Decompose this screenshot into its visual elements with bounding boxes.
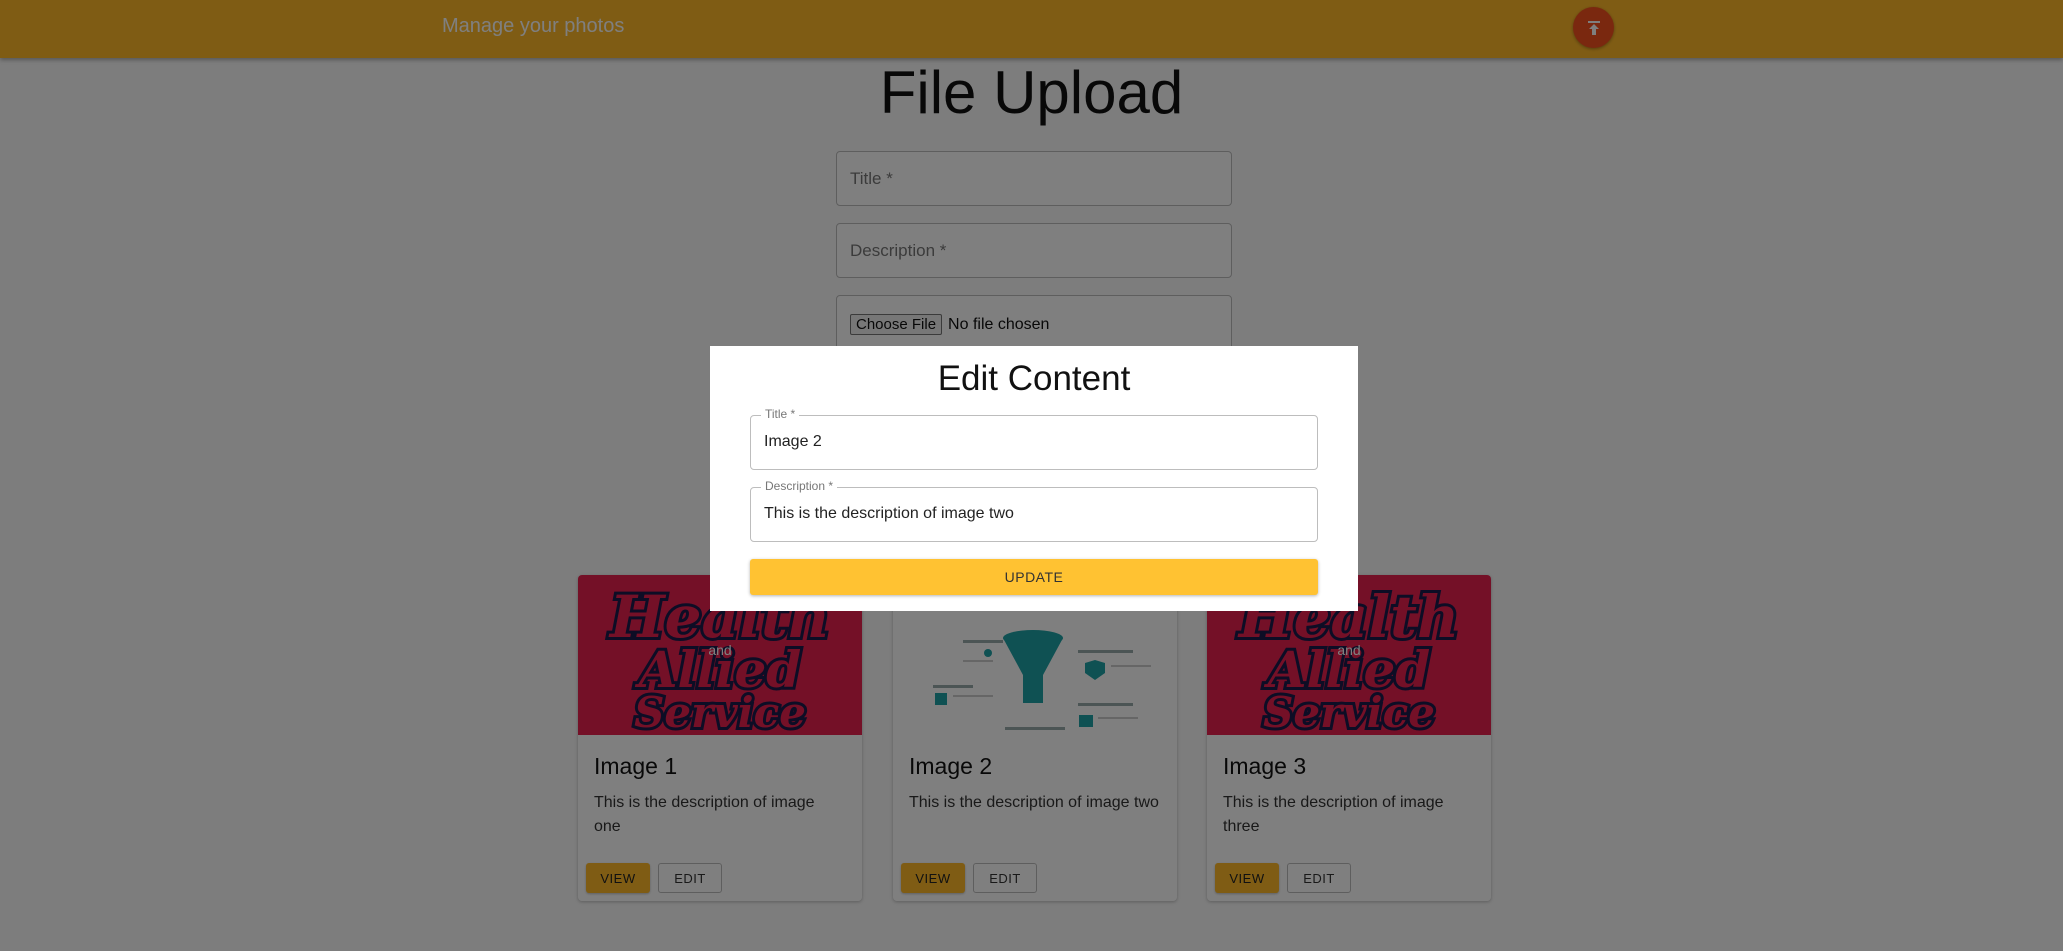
modal-description-value: This is the description of image two [764, 505, 1014, 522]
edit-modal: Edit Content Title * Image 2 Description… [710, 346, 1358, 611]
modal-title-value: Image 2 [764, 433, 822, 450]
modal-title-label: Title * [761, 407, 800, 421]
modal-title: Edit Content [937, 359, 1131, 398]
modal-title-input[interactable]: Title * Image 2 [750, 407, 1318, 470]
update-button[interactable]: UPDATE [750, 559, 1318, 595]
modal-description-label: Description * [761, 479, 838, 493]
modal-description-input[interactable]: Description * This is the description of… [750, 479, 1318, 542]
